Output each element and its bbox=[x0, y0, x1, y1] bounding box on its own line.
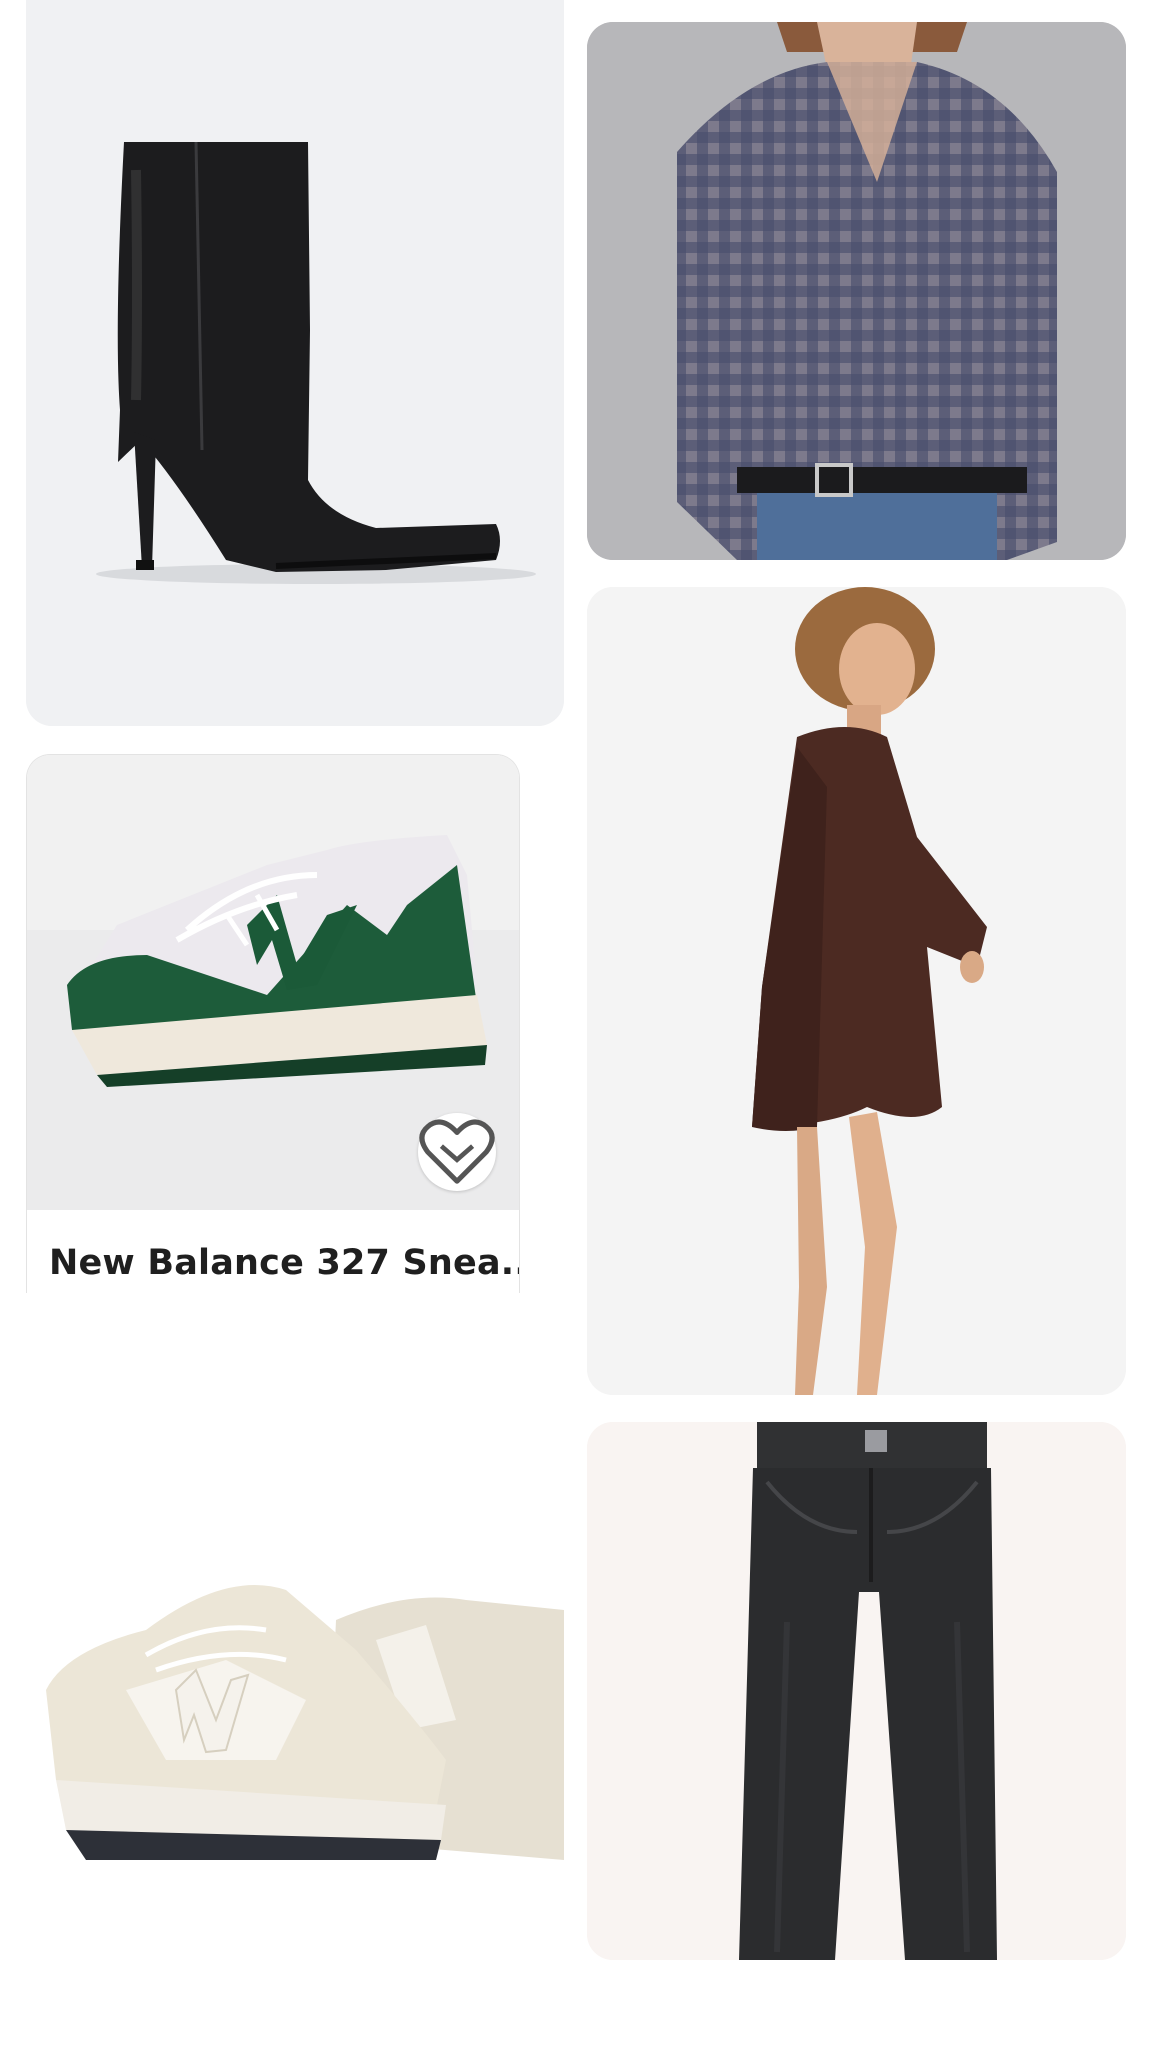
plaid-shirt-image bbox=[587, 22, 1126, 560]
heart-icon bbox=[419, 1119, 495, 1184]
pin-card-nb327[interactable]: New Balance 327 Snea... bbox=[26, 754, 520, 1293]
pin-card-plaid-shirt[interactable] bbox=[587, 22, 1126, 560]
jeans-image bbox=[587, 1422, 1126, 1960]
pin-card-nb2002[interactable] bbox=[26, 1420, 564, 2020]
pin-card-brown-shirt[interactable] bbox=[587, 587, 1126, 1395]
pin-card-jeans[interactable] bbox=[587, 1422, 1126, 1960]
save-button[interactable] bbox=[418, 1113, 496, 1191]
pin-title[interactable]: New Balance 327 Snea... bbox=[49, 1243, 519, 1283]
brown-shirt-image bbox=[587, 587, 1126, 1395]
pin-card-boot[interactable] bbox=[26, 0, 564, 726]
boot-image bbox=[26, 0, 564, 726]
nb2002-image bbox=[26, 1420, 564, 2020]
